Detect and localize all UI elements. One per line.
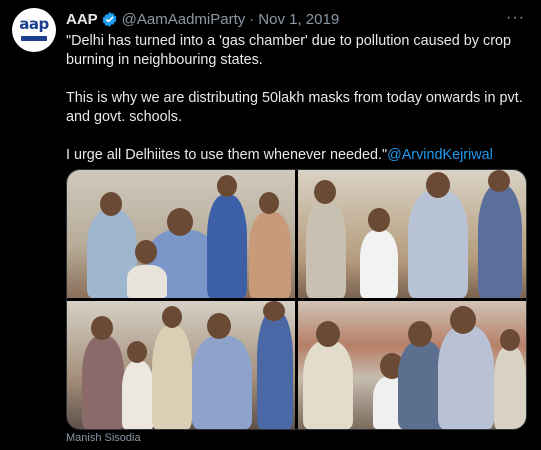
tweet-paragraph-3: I urge all Delhiites to use them wheneve… (66, 146, 528, 165)
media-grid (66, 169, 527, 430)
verified-badge-icon (102, 11, 117, 27)
mention-link[interactable]: @ArvindKejriwal (387, 147, 493, 163)
media-caption[interactable]: Manish Sisodia (66, 432, 141, 444)
separator-dot: · (249, 10, 255, 28)
avatar[interactable]: aap (12, 8, 56, 52)
tweet-paragraph-3-text: I urge all Delhiites to use them wheneve… (66, 147, 388, 163)
tweet-text: "Delhi has turned into a 'gas chamber' d… (66, 32, 528, 184)
photo-4[interactable] (298, 301, 526, 429)
tweet-paragraph-2: This is why we are distributing 50lakh m… (66, 90, 523, 125)
display-name[interactable]: AAP (66, 11, 98, 28)
user-handle[interactable]: @AamAadmiParty (122, 11, 246, 28)
photo-3[interactable] (67, 301, 295, 429)
tweet-paragraph-1: "Delhi has turned into a 'gas chamber' d… (66, 33, 511, 68)
photo-1[interactable] (67, 170, 295, 298)
avatar-logo-text: aap (19, 15, 49, 33)
photo-2[interactable] (298, 170, 526, 298)
tweet-date[interactable]: Nov 1, 2019 (258, 11, 339, 28)
avatar-logo-bar (21, 36, 47, 41)
more-options-icon[interactable]: ··· (506, 9, 525, 27)
tweet-header: AAP @AamAadmiParty · Nov 1, 2019 (66, 9, 525, 29)
